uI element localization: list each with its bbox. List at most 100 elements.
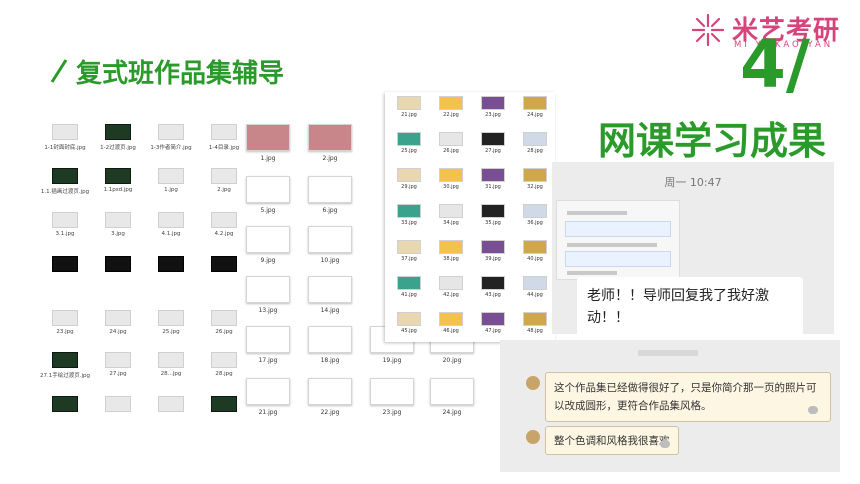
file-item[interactable]: 32.jpg	[515, 168, 555, 190]
file-grid-1: 1-1封面封底.jpg 1-2过渡页.jpg 1-3作者简介.jpg 1-4目录.jp…	[40, 120, 250, 420]
file-item[interactable]: 23.jpg	[40, 310, 90, 335]
file-name: 1-3作者简介.jpg	[150, 145, 192, 151]
file-item[interactable]: 4.1.jpg	[146, 212, 196, 237]
file-item[interactable]: 3.1.jpg	[40, 212, 90, 237]
file-item[interactable]: 25.jpg	[146, 310, 196, 335]
file-item[interactable]: 48.jpg	[515, 312, 555, 334]
file-item[interactable]: 21.jpg	[389, 96, 429, 118]
file-item[interactable]: 43.jpg	[473, 276, 513, 298]
file-item[interactable]: 23.jpg	[362, 378, 422, 416]
file-thumbnail	[105, 124, 131, 140]
file-item[interactable]: 36.jpg	[515, 204, 555, 226]
file-item[interactable]	[40, 256, 90, 275]
file-name: 38.jpg	[443, 256, 459, 262]
avatar	[526, 430, 540, 444]
file-item[interactable]	[40, 396, 90, 415]
file-thumbnail	[211, 256, 237, 272]
file-item[interactable]	[93, 396, 143, 415]
file-name: 45.jpg	[401, 328, 417, 334]
file-item[interactable]: 28.jpg	[515, 132, 555, 154]
file-item[interactable]: 46.jpg	[431, 312, 471, 334]
file-item[interactable]: 47.jpg	[473, 312, 513, 334]
file-item[interactable]: 14.jpg	[300, 276, 360, 314]
file-item[interactable]: 1-2过渡页.jpg	[93, 124, 143, 151]
file-item[interactable]: 33.jpg	[389, 204, 429, 226]
file-item[interactable]: 22.jpg	[300, 378, 360, 416]
file-name: 28...jpg	[160, 371, 182, 377]
file-item[interactable]: 41.jpg	[389, 276, 429, 298]
file-item[interactable]: 22.jpg	[431, 96, 471, 118]
file-item[interactable]	[146, 256, 196, 275]
read-icon	[660, 440, 670, 448]
file-item[interactable]: 27.1手绘过渡页.jpg	[40, 352, 90, 379]
file-item[interactable]: 38.jpg	[431, 240, 471, 262]
file-item[interactable]: 24.jpg	[422, 378, 482, 416]
file-item[interactable]: 28...jpg	[146, 352, 196, 377]
file-item[interactable]: 40.jpg	[515, 240, 555, 262]
file-item[interactable]: 27.jpg	[473, 132, 513, 154]
file-item[interactable]: 37.jpg	[389, 240, 429, 262]
file-item[interactable]: 31.jpg	[473, 168, 513, 190]
file-item[interactable]: 6.jpg	[300, 176, 360, 214]
avatar	[526, 376, 540, 390]
file-item[interactable]: 5.jpg	[238, 176, 298, 214]
file-thumbnail	[481, 204, 505, 218]
file-thumbnail	[481, 240, 505, 254]
file-thumbnail	[439, 204, 463, 218]
file-item[interactable]: 26.jpg	[431, 132, 471, 154]
file-item[interactable]: 24.jpg	[515, 96, 555, 118]
file-item[interactable]: 1-3作者简介.jpg	[146, 124, 196, 151]
page-title: 复式班作品集辅导	[76, 58, 285, 89]
file-thumbnail	[246, 176, 290, 203]
file-thumbnail	[430, 378, 474, 405]
file-item[interactable]: 21.jpg	[238, 378, 298, 416]
file-name: 1-1封面封底.jpg	[44, 145, 86, 151]
file-name: 6.jpg	[322, 207, 338, 214]
file-item[interactable]: 44.jpg	[515, 276, 555, 298]
file-item[interactable]: 13.jpg	[238, 276, 298, 314]
file-item[interactable]: 25.jpg	[389, 132, 429, 154]
file-name: 1.jpg	[164, 187, 178, 193]
file-thumbnail	[105, 310, 131, 326]
file-thumbnail	[439, 168, 463, 182]
file-name: 3.jpg	[111, 231, 125, 237]
file-name: 28.jpg	[215, 371, 233, 377]
file-item[interactable]: 30.jpg	[431, 168, 471, 190]
file-name: 17.jpg	[258, 357, 278, 364]
file-item[interactable]: 1.1.插画过渡页.jpg	[40, 168, 90, 195]
file-thumbnail	[397, 168, 421, 182]
file-item[interactable]: 10.jpg	[300, 226, 360, 264]
file-item[interactable]: 9.jpg	[238, 226, 298, 264]
file-item[interactable]: 1.jpg	[238, 124, 298, 162]
file-item[interactable]	[146, 396, 196, 415]
file-thumbnail	[439, 132, 463, 146]
file-item[interactable]: 45.jpg	[389, 312, 429, 334]
file-name: 47.jpg	[485, 328, 501, 334]
file-item[interactable]: 34.jpg	[431, 204, 471, 226]
file-thumbnail	[308, 378, 352, 405]
file-item[interactable]: 1-1封面封底.jpg	[40, 124, 90, 151]
file-item[interactable]: 1.1psd.jpg	[93, 168, 143, 193]
file-item[interactable]	[93, 256, 143, 275]
file-name: 21.jpg	[258, 409, 278, 416]
file-item[interactable]: 18.jpg	[300, 326, 360, 364]
file-item[interactable]: 1.jpg	[146, 168, 196, 193]
file-item[interactable]: 35.jpg	[473, 204, 513, 226]
file-item[interactable]: 17.jpg	[238, 326, 298, 364]
file-item[interactable]: 39.jpg	[473, 240, 513, 262]
file-thumbnail	[370, 378, 414, 405]
file-item[interactable]: 2.jpg	[300, 124, 360, 162]
file-item[interactable]: 27.jpg	[93, 352, 143, 377]
file-item[interactable]: 29.jpg	[389, 168, 429, 190]
file-thumbnail	[211, 352, 237, 368]
file-item[interactable]: 3.jpg	[93, 212, 143, 237]
file-name: 23.jpg	[382, 409, 402, 416]
file-item[interactable]: 23.jpg	[473, 96, 513, 118]
file-thumbnail	[308, 176, 352, 203]
file-thumbnail	[439, 96, 463, 110]
file-item[interactable]: 24.jpg	[93, 310, 143, 335]
file-thumbnail	[439, 240, 463, 254]
chat-panel: 周一 10:47 老师！！导师回复我了我好激动！！	[552, 162, 834, 337]
file-item[interactable]: 42.jpg	[431, 276, 471, 298]
file-name: 27.jpg	[109, 371, 127, 377]
